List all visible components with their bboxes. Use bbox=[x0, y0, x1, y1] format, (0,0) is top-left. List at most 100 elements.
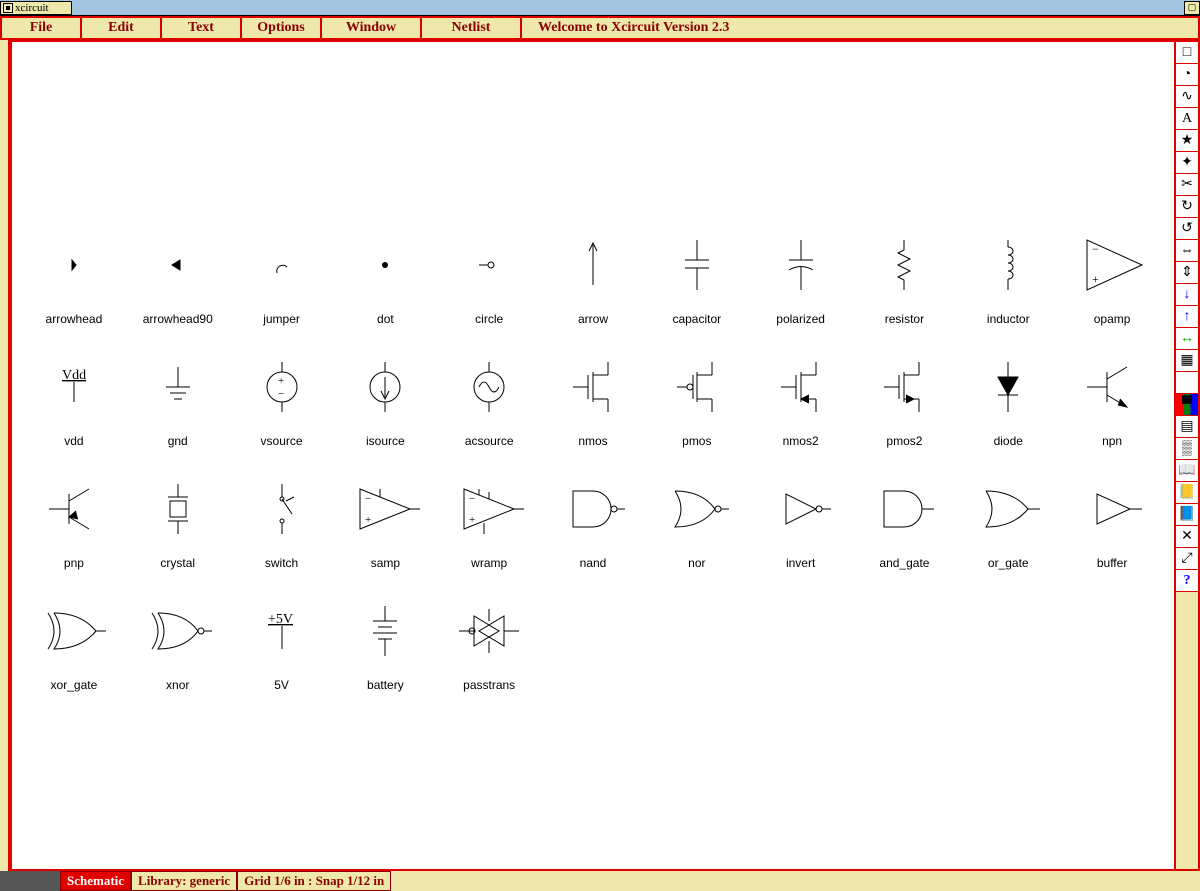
symbol-opamp: −+ bbox=[1060, 222, 1164, 308]
system-menu-icon[interactable]: xcircuit bbox=[0, 1, 72, 15]
symbol-circle bbox=[437, 222, 541, 308]
tool-flip-h[interactable]: ⇔ bbox=[1176, 240, 1198, 262]
tool-fill-pattern2[interactable]: ▒ bbox=[1176, 438, 1198, 460]
symbol-xor_gate bbox=[22, 588, 126, 674]
library-item-pmos2[interactable]: pmos2 bbox=[853, 344, 957, 448]
library-item-inductor[interactable]: inductor bbox=[956, 222, 1060, 326]
library-label: pnp bbox=[64, 556, 84, 570]
library-item-arrow[interactable]: arrow bbox=[541, 222, 645, 326]
library-item-nmos[interactable]: nmos bbox=[541, 344, 645, 448]
library-item-circle[interactable]: circle bbox=[437, 222, 541, 326]
library-item-or_gate[interactable]: or_gate bbox=[956, 466, 1060, 570]
menu-options[interactable]: Options bbox=[242, 18, 322, 38]
library-label: dot bbox=[377, 312, 394, 326]
library-item-pmos[interactable]: pmos bbox=[645, 344, 749, 448]
status-grid: Grid 1/6 in : Snap 1/12 in bbox=[237, 871, 391, 891]
tool-zoom-fit[interactable]: ✕ bbox=[1176, 526, 1198, 548]
svg-text:+5V: +5V bbox=[268, 612, 293, 627]
library-item-isource[interactable]: isource bbox=[333, 344, 437, 448]
library-label: 5V bbox=[274, 678, 289, 692]
svg-text:+: + bbox=[1092, 272, 1099, 286]
tool-spline[interactable]: ∿ bbox=[1176, 86, 1198, 108]
library-item-switch[interactable]: switch bbox=[230, 466, 334, 570]
menu-netlist[interactable]: Netlist bbox=[422, 18, 522, 38]
library-item-invert[interactable]: invert bbox=[749, 466, 853, 570]
library-item-gnd[interactable]: gnd bbox=[126, 344, 230, 448]
library-item-arrowhead[interactable]: arrowhead bbox=[22, 222, 126, 326]
tool-color-swatch[interactable]: ▀ bbox=[1176, 394, 1198, 416]
library-item-diode[interactable]: diode bbox=[956, 344, 1060, 448]
library-item-capacitor[interactable]: capacitor bbox=[645, 222, 749, 326]
tool-rotate-ccw[interactable]: ↺ bbox=[1176, 218, 1198, 240]
tool-star[interactable]: ★ bbox=[1176, 130, 1198, 152]
library-label: pmos2 bbox=[886, 434, 922, 448]
library-item-xor_gate[interactable]: xor_gate bbox=[22, 588, 126, 692]
library-item-battery[interactable]: battery bbox=[333, 588, 437, 692]
library-item-polarized[interactable]: polarized bbox=[749, 222, 853, 326]
tool-book2[interactable]: 📒 bbox=[1176, 482, 1198, 504]
library-item-jumper[interactable]: jumper bbox=[230, 222, 334, 326]
menu-edit[interactable]: Edit bbox=[82, 18, 162, 38]
symbol-arrowhead bbox=[22, 222, 126, 308]
tool-zoom-out[interactable]: ⤢ bbox=[1176, 548, 1198, 570]
library-item-npn[interactable]: npn bbox=[1060, 344, 1164, 448]
symbol-nmos2 bbox=[749, 344, 853, 430]
library-item-resistor[interactable]: resistor bbox=[853, 222, 957, 326]
tool-cut[interactable]: ✂ bbox=[1176, 174, 1198, 196]
library-item-and_gate[interactable]: and_gate bbox=[853, 466, 957, 570]
tool-arrow-down[interactable]: ↓ bbox=[1176, 284, 1198, 306]
library-item-vdd[interactable]: Vddvdd bbox=[22, 344, 126, 448]
status-blank bbox=[0, 871, 60, 891]
svg-text:−: − bbox=[278, 388, 284, 400]
tool-text-tool[interactable]: A bbox=[1176, 108, 1198, 130]
library-item-pnp[interactable]: pnp bbox=[22, 466, 126, 570]
library-item-opamp[interactable]: −+ opamp bbox=[1060, 222, 1164, 326]
library-item-passtrans[interactable]: passtrans bbox=[437, 588, 541, 692]
symbol-nor bbox=[645, 466, 749, 552]
tool-edit-star[interactable]: ✦ bbox=[1176, 152, 1198, 174]
library-label: opamp bbox=[1094, 312, 1131, 326]
tool-blank[interactable]: □ bbox=[1176, 42, 1198, 64]
menu-window[interactable]: Window bbox=[322, 18, 422, 38]
library-label: battery bbox=[367, 678, 404, 692]
library-label: switch bbox=[265, 556, 298, 570]
library-item-nand[interactable]: nand bbox=[541, 466, 645, 570]
menu-text[interactable]: Text bbox=[162, 18, 242, 38]
library-item-dot[interactable]: dot bbox=[333, 222, 437, 326]
library-item-vsource[interactable]: +−vsource bbox=[230, 344, 334, 448]
canvas[interactable]: arrowheadarrowhead90jumper dot circlearrow… bbox=[10, 40, 1176, 871]
tool-book3[interactable]: 📘 bbox=[1176, 504, 1198, 526]
tool-arc[interactable]: ◔ bbox=[1176, 64, 1198, 86]
tool-arrow-up[interactable]: ↑ bbox=[1176, 306, 1198, 328]
status-schematic[interactable]: Schematic bbox=[60, 871, 131, 891]
library-item-nmos2[interactable]: nmos2 bbox=[749, 344, 853, 448]
library-item-arrowhead90[interactable]: arrowhead90 bbox=[126, 222, 230, 326]
symbol-diode bbox=[956, 344, 1060, 430]
library-item-acsource[interactable]: acsource bbox=[437, 344, 541, 448]
library-item-samp[interactable]: −+samp bbox=[333, 466, 437, 570]
symbol-resistor bbox=[853, 222, 957, 308]
library-label: and_gate bbox=[879, 556, 929, 570]
library-item-buffer[interactable]: buffer bbox=[1060, 466, 1164, 570]
library-item-crystal[interactable]: crystal bbox=[126, 466, 230, 570]
tool-help[interactable]: ? bbox=[1176, 570, 1198, 592]
tool-rotate-cw[interactable]: ↻ bbox=[1176, 196, 1198, 218]
library-item-wramp[interactable]: −+wramp bbox=[437, 466, 541, 570]
symbol-acsource bbox=[437, 344, 541, 430]
tool-grid-toggle[interactable]: ▦ bbox=[1176, 350, 1198, 372]
symbol-nand bbox=[541, 466, 645, 552]
library-label: samp bbox=[371, 556, 400, 570]
tool-split-h[interactable]: ↔ bbox=[1176, 328, 1198, 350]
library-item-5V[interactable]: +5V 5V bbox=[230, 588, 334, 692]
library-label: diode bbox=[994, 434, 1023, 448]
library-item-xnor[interactable]: xnor bbox=[126, 588, 230, 692]
library-item-nor[interactable]: nor bbox=[645, 466, 749, 570]
svg-text:−: − bbox=[365, 493, 371, 505]
tool-border[interactable] bbox=[1176, 372, 1198, 394]
tool-book1[interactable]: 📖 bbox=[1176, 460, 1198, 482]
tool-fill-pattern1[interactable]: ▤ bbox=[1176, 416, 1198, 438]
minimize-icon[interactable]: ▢ bbox=[1184, 1, 1200, 15]
tool-flip-v[interactable]: ⇕ bbox=[1176, 262, 1198, 284]
symbol-5V: +5V bbox=[230, 588, 334, 674]
menu-file[interactable]: File bbox=[2, 18, 82, 38]
